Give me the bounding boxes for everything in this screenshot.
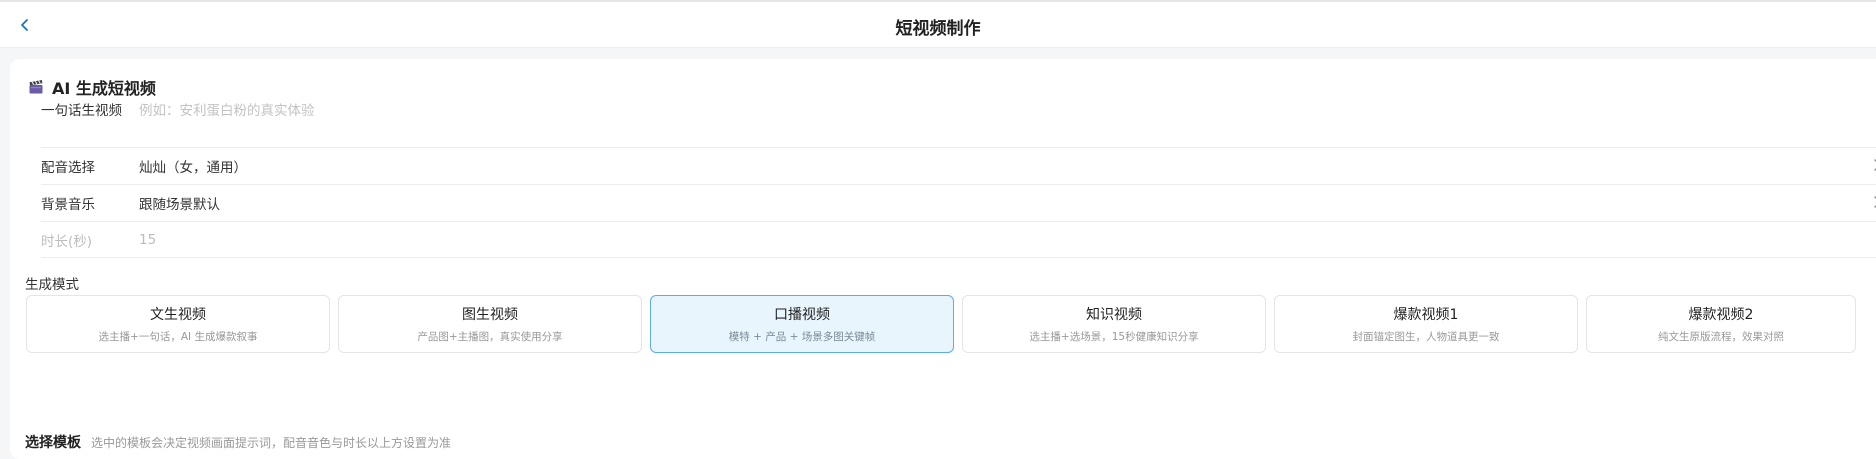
divider <box>41 257 1876 258</box>
prompt-label: 一句话生视频 <box>41 103 122 119</box>
mode-card-viral-1[interactable]: 爆款视频1 封面锚定图生，人物道具更一致 <box>1274 295 1578 353</box>
mode-title: 图生视频 <box>462 307 518 323</box>
prompt-row: 一句话生视频 例如：安利蛋白粉的真实体验 <box>41 87 1876 131</box>
voice-value: 灿灿（女，通用） <box>139 160 247 176</box>
mode-card-knowledge[interactable]: 知识视频 选主播+选场景，15秒健康知识分享 <box>962 295 1266 353</box>
navbar: 短视频制作 <box>0 2 1876 48</box>
mode-title: 爆款视频1 <box>1393 307 1459 323</box>
page-title: 短视频制作 <box>895 19 981 39</box>
mode-title: 文生视频 <box>150 307 206 323</box>
chevron-right-icon <box>1874 159 1876 171</box>
mode-card-image[interactable]: 图生视频 产品图+主播图，真实使用分享 <box>338 295 642 353</box>
ai-video-card: AI 生成短视频 一句话生视频 例如：安利蛋白粉的真实体验 配音选择 灿灿（女，… <box>10 59 1876 459</box>
mode-desc: 封面锚定图生，人物道具更一致 <box>1352 331 1500 343</box>
music-value: 跟随场景默认 <box>139 197 220 213</box>
mode-desc: 产品图+主播图，真实使用分享 <box>417 331 563 343</box>
mode-list: 文生视频 选主播+一句话，AI 生成爆款叙事 图生视频 产品图+主播图，真实使用… <box>26 295 1856 353</box>
template-title: 选择模板 <box>25 435 81 451</box>
voice-label: 配音选择 <box>41 160 95 176</box>
prompt-input[interactable]: 例如：安利蛋白粉的真实体验 <box>139 99 315 119</box>
mode-desc: 选主播+选场景，15秒健康知识分享 <box>1029 331 1199 343</box>
duration-value: 15 <box>139 232 157 248</box>
mode-desc: 模特 + 产品 + 场景多图关键帧 <box>728 331 876 343</box>
mode-card-viral-2[interactable]: 爆款视频2 纯文生原版流程，效果对照 <box>1586 295 1856 353</box>
mode-title: 口播视频 <box>774 307 830 323</box>
mode-title: 爆款视频2 <box>1688 307 1754 323</box>
template-hint: 选中的模板会决定视频画面提示词，配音音色与时长以上方设置为准 <box>91 436 452 450</box>
mode-card-text[interactable]: 文生视频 选主播+一句话，AI 生成爆款叙事 <box>26 295 330 353</box>
mode-desc: 纯文生原版流程，效果对照 <box>1658 331 1784 343</box>
template-section-header: 选择模板 选中的模板会决定视频画面提示词，配音音色与时长以上方设置为准 <box>25 432 451 452</box>
music-label: 背景音乐 <box>41 197 95 213</box>
mode-card-voiceover[interactable]: 口播视频 模特 + 产品 + 场景多图关键帧 <box>650 295 954 353</box>
mode-title: 知识视频 <box>1086 307 1142 323</box>
duration-label: 时长(秒) <box>41 234 93 250</box>
mode-desc: 选主播+一句话，AI 生成爆款叙事 <box>98 331 258 343</box>
chevron-right-icon <box>1874 196 1876 208</box>
mode-section-label: 生成模式 <box>25 277 79 293</box>
duration-row: 时长(秒) 15 <box>41 218 1876 262</box>
